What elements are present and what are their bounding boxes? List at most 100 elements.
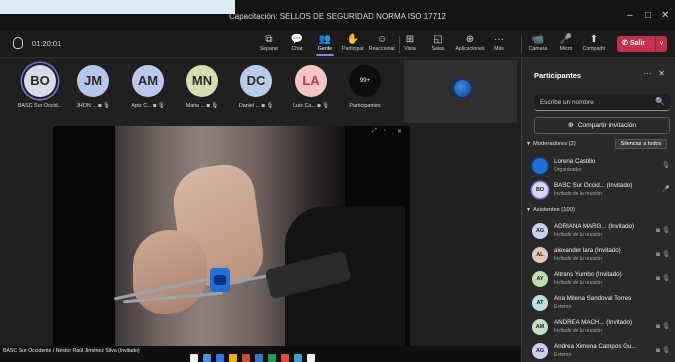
- leave-button[interactable]: ✆ Salir ∨: [617, 36, 667, 52]
- search-input[interactable]: [540, 97, 650, 108]
- gallery-participant[interactable]: DC Daniel ... ◙ 🎙: [231, 65, 281, 120]
- participant-name: Daniel ... ◙ 🎙: [238, 103, 274, 109]
- participant-name: Altrans Yumbo (Invitado): [554, 271, 622, 278]
- participant-name: BASC Sur Occid... (Invitado): [554, 182, 633, 189]
- participant-role: Externo: [554, 304, 572, 310]
- minimize-button[interactable]: –: [627, 10, 633, 21]
- gallery-participant[interactable]: BO BASC Sur Occid...: [15, 65, 65, 120]
- taskbar-app-icon[interactable]: [216, 354, 224, 362]
- mic-icon: 🎤: [661, 186, 670, 193]
- taskbar-app-icon[interactable]: [190, 354, 198, 362]
- participant-name: BASC Sur Occid...: [17, 103, 63, 109]
- avatar: [532, 158, 548, 174]
- taskbar-app-icon[interactable]: [307, 354, 315, 362]
- taskbar-app-icon[interactable]: [255, 354, 263, 362]
- mute-all-button[interactable]: Silenciar a todos: [615, 139, 667, 149]
- more-participants-count: 99+: [349, 65, 381, 97]
- participant-row[interactable]: AG Andrea Ximena Campos Gu... Externo ◙ …: [532, 340, 672, 362]
- avatar: AL: [532, 247, 548, 263]
- shared-video[interactable]: ⤢ ▫ ✕: [53, 126, 410, 346]
- taskbar-app-icon[interactable]: [294, 354, 302, 362]
- participant-role: Invitado de la reunión: [554, 232, 602, 238]
- participant-row[interactable]: AY Altrans Yumbo (Invitado) Invitado de …: [532, 268, 672, 290]
- avatar: AM: [532, 319, 548, 335]
- participant-name: Lorena Castillo: [554, 158, 596, 165]
- security-seal-lock: [214, 275, 226, 285]
- taskbar-icons: [190, 349, 320, 362]
- share-button[interactable]: ⬆ Compartir: [577, 31, 611, 57]
- avatar: JM: [77, 65, 109, 97]
- rooms-button[interactable]: ◱ Salas: [421, 31, 455, 57]
- avatar: BO: [24, 65, 56, 97]
- participant-name: Ana Milena Sandoval Torres: [554, 295, 632, 302]
- gallery-participant[interactable]: AM Apix C... ◙ 🎙: [123, 65, 173, 120]
- organization-logo-icon: [454, 80, 471, 97]
- logo-participant-tile[interactable]: [404, 60, 517, 123]
- leave-text: Salir: [629, 40, 646, 47]
- participant-row[interactable]: AL alexander lara (Invitado) Invitado de…: [532, 244, 672, 266]
- avatar: BO: [532, 182, 548, 198]
- expand-video-icon[interactable]: ⤢: [372, 128, 377, 135]
- taskbar-app-icon[interactable]: [229, 354, 237, 362]
- more-participants-button[interactable]: 99+ Participantes: [340, 65, 390, 120]
- participant-name: alexander lara (Invitado): [554, 247, 621, 254]
- video-mic-off-icon: ◙ 🎙: [656, 227, 670, 234]
- participant-row[interactable]: AG ADRIANA MARG... (Invitado) Invitado d…: [532, 220, 672, 242]
- participant-role: Organizador: [554, 167, 582, 173]
- chevron-down-icon: ▼: [526, 141, 531, 147]
- more-button[interactable]: ··· Más: [482, 31, 516, 57]
- participant-row[interactable]: BO BASC Sur Occid... (Invitado) Invitado…: [532, 179, 672, 201]
- share-invite-label: Compartir invitación: [577, 122, 637, 129]
- title-bar: Capacitación: SELLOS DE SEGURIDAD NORMA …: [0, 0, 675, 31]
- participant-role: Invitado de la reunión: [554, 280, 602, 286]
- close-panel-icon[interactable]: ✕: [658, 69, 665, 78]
- participant-name: ANDREA MACH... (Invitado): [554, 319, 633, 326]
- taskbar-app-icon[interactable]: [203, 354, 211, 362]
- close-window-button[interactable]: ✕: [661, 10, 669, 21]
- more-options-icon[interactable]: ···: [644, 69, 652, 78]
- participant-row[interactable]: AM ANDREA MACH... (Invitado) Invitado de…: [532, 316, 672, 338]
- mic-muted-icon: 🎙: [661, 162, 670, 169]
- share-label: Compartir: [582, 46, 606, 52]
- restore-video-icon[interactable]: ▫: [384, 128, 386, 134]
- close-video-icon[interactable]: ✕: [397, 128, 402, 135]
- avatar: AG: [532, 223, 548, 239]
- more-label: Más: [494, 46, 504, 52]
- moderators-section-toggle[interactable]: ▼ Moderadores (2): [526, 141, 576, 147]
- gallery-participant[interactable]: LA Luis Ca... ◙ 🎙: [286, 65, 336, 120]
- avatar: AM: [132, 65, 164, 97]
- avatar: MN: [186, 65, 218, 97]
- share-invite-button[interactable]: ⊕ Compartir invitación: [534, 117, 670, 134]
- taskbar-app-icon[interactable]: [268, 354, 276, 362]
- share-icon: ⬆: [589, 34, 599, 45]
- shield-icon: [13, 37, 23, 49]
- panel-actions: ··· ✕: [644, 69, 665, 78]
- participant-row[interactable]: AT Ana Milena Sandoval Torres Externo: [532, 292, 672, 314]
- participant-row[interactable]: Lorena Castillo Organizador 🎙: [532, 155, 672, 177]
- participant-role: Externo: [554, 352, 572, 358]
- attendees-header: Asistentes (100): [532, 207, 575, 213]
- avatar: AT: [532, 295, 548, 311]
- leave-label: ✆ Salir: [622, 39, 645, 47]
- participants-panel: Participantes ··· ✕ 🔍 ⊕Compartir invitac…: [521, 58, 675, 362]
- maximize-button[interactable]: □: [645, 10, 651, 21]
- taskbar-app-icon[interactable]: [281, 354, 289, 362]
- avatar: DC: [240, 65, 272, 97]
- rooms-icon: ◱: [433, 34, 443, 45]
- participant-role: Invitado de la reunión: [554, 328, 602, 334]
- taskbar-app-icon[interactable]: [242, 354, 250, 362]
- speaker-name-tag: BASC Sur Occidente / Néstor Raúl Jiménez…: [0, 346, 143, 358]
- participant-name: Apix C... ◙ 🎙: [131, 103, 165, 109]
- leave-dropdown-icon[interactable]: ∨: [655, 36, 667, 52]
- search-icon: 🔍: [655, 97, 665, 106]
- avatar: AG: [532, 343, 548, 359]
- participant-search[interactable]: 🔍: [534, 94, 670, 111]
- gallery-participant[interactable]: MN Maria ... ◙ 🎙: [177, 65, 227, 120]
- phone-icon: ✆: [622, 40, 628, 47]
- avatar: AY: [532, 271, 548, 287]
- participant-role: Invitado de la reunión: [554, 191, 602, 197]
- avatar: LA: [295, 65, 327, 97]
- gallery-participant[interactable]: JM JHON ... ◙ 🎙: [68, 65, 118, 120]
- participant-name: Luis Ca... ◙ 🎙: [293, 103, 329, 109]
- attendees-section-toggle[interactable]: ▼ Asistentes (100): [526, 207, 575, 213]
